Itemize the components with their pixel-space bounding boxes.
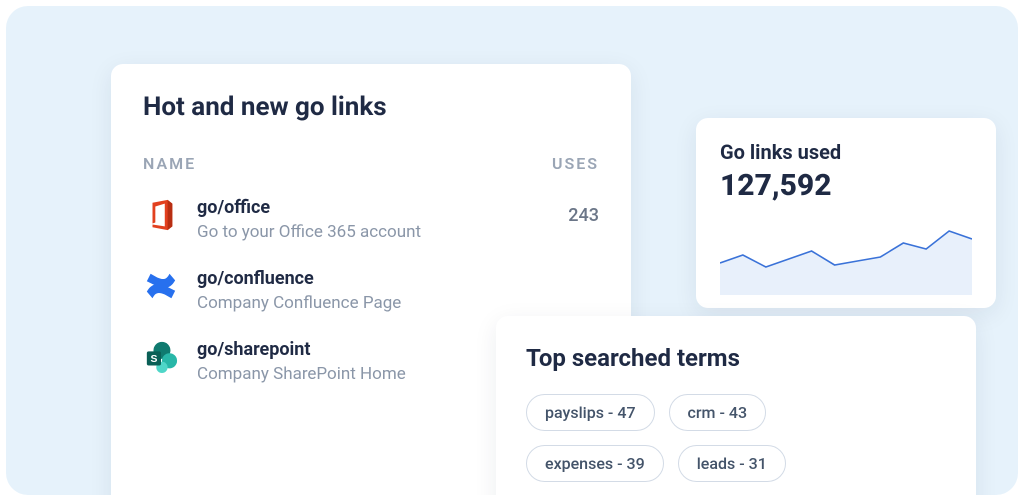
link-name: go/confluence: [197, 268, 581, 289]
name-column-header: NAME: [143, 154, 196, 173]
hot-links-title: Hot and new go links: [143, 92, 599, 122]
link-row[interactable]: go/office Go to your Office 365 account …: [143, 197, 599, 242]
hot-links-column-headers: NAME USES: [143, 154, 599, 173]
svg-text:S: S: [150, 354, 157, 365]
uses-column-header: USES: [552, 154, 599, 173]
dashboard-stage: Hot and new go links NAME USES go/office…: [6, 6, 1018, 495]
go-links-used-value: 127,592: [720, 168, 972, 203]
office-icon: [143, 197, 179, 233]
link-desc: Go to your Office 365 account: [197, 222, 550, 242]
top-searched-terms-title: Top searched terms: [526, 344, 946, 372]
search-term-pill[interactable]: expenses - 39: [526, 445, 664, 482]
search-term-pill[interactable]: payslips - 47: [526, 394, 655, 431]
go-links-used-title: Go links used: [720, 140, 972, 164]
search-term-pill[interactable]: leads - 31: [678, 445, 786, 482]
sharepoint-icon: S: [143, 339, 179, 375]
link-name: go/office: [197, 197, 550, 218]
sparkline-chart: [720, 215, 972, 295]
search-term-pill[interactable]: crm - 43: [669, 394, 767, 431]
top-searched-terms-card: Top searched terms payslips - 47 crm - 4…: [496, 316, 976, 495]
link-uses: 243: [568, 197, 599, 226]
go-links-used-card: Go links used 127,592: [696, 118, 996, 308]
link-row[interactable]: go/confluence Company Confluence Page: [143, 268, 599, 313]
confluence-icon: [143, 268, 179, 304]
link-desc: Company Confluence Page: [197, 293, 581, 313]
